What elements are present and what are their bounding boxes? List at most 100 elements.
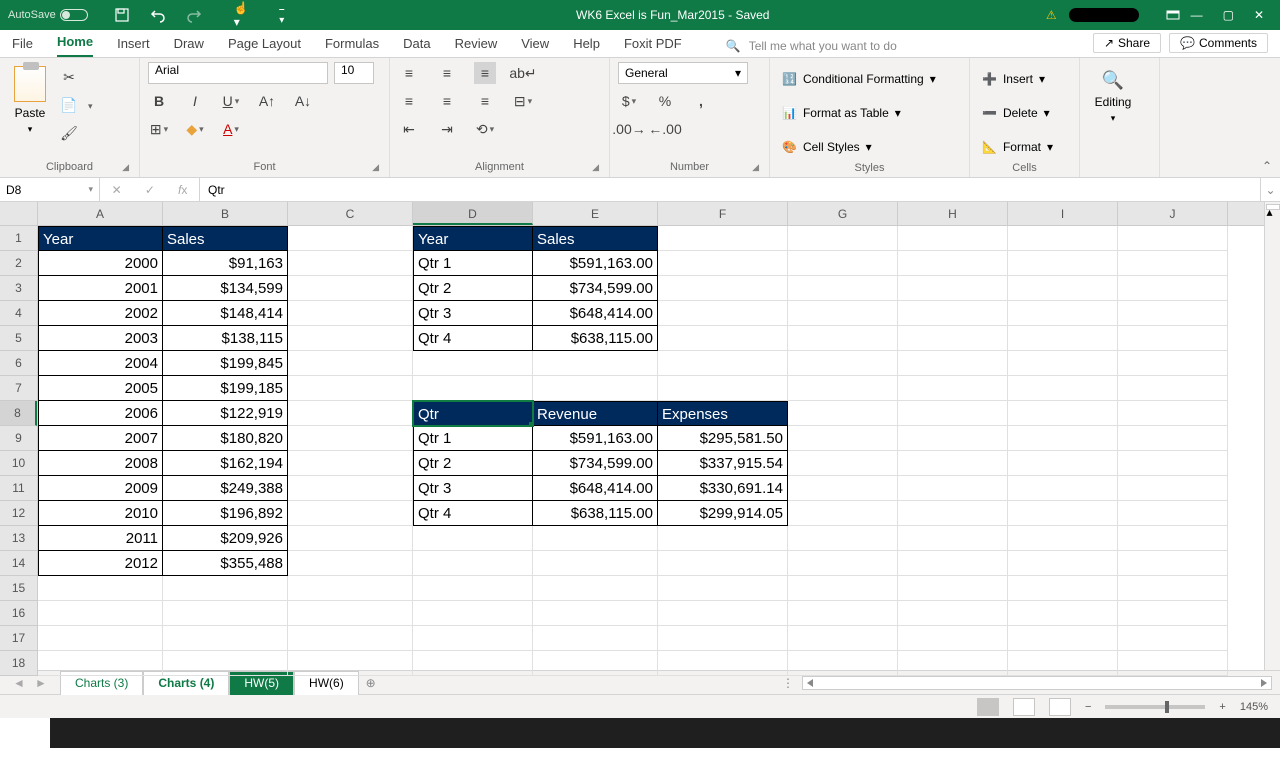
cell[interactable] bbox=[658, 376, 788, 401]
cell[interactable] bbox=[1118, 276, 1228, 301]
cell[interactable] bbox=[533, 376, 658, 401]
decrease-decimal-icon[interactable]: ←.00 bbox=[654, 118, 676, 140]
cell[interactable] bbox=[788, 351, 898, 376]
cell[interactable]: 2006 bbox=[38, 401, 163, 426]
cell[interactable]: Qtr 2 bbox=[413, 451, 533, 476]
cell[interactable] bbox=[413, 626, 533, 651]
cell[interactable] bbox=[788, 301, 898, 326]
shrink-font-icon[interactable]: A↓ bbox=[292, 90, 314, 112]
cell[interactable] bbox=[288, 251, 413, 276]
underline-icon[interactable]: U bbox=[220, 90, 242, 112]
cell[interactable] bbox=[788, 401, 898, 426]
comma-icon[interactable]: , bbox=[690, 90, 712, 112]
cell[interactable]: 2008 bbox=[38, 451, 163, 476]
cell[interactable] bbox=[533, 576, 658, 601]
cell[interactable]: Qtr 3 bbox=[413, 301, 533, 326]
cell[interactable] bbox=[288, 376, 413, 401]
cell[interactable] bbox=[1008, 376, 1118, 401]
row-header-15[interactable]: 15 bbox=[0, 576, 37, 601]
tab-insert[interactable]: Insert bbox=[117, 32, 150, 57]
cell[interactable]: $209,926 bbox=[163, 526, 288, 551]
cell[interactable] bbox=[413, 351, 533, 376]
qat-customize-icon[interactable]: ⎯▾ bbox=[270, 3, 294, 27]
page-break-view-button[interactable] bbox=[1049, 698, 1071, 716]
cell[interactable] bbox=[533, 626, 658, 651]
cell[interactable] bbox=[658, 301, 788, 326]
cell[interactable] bbox=[288, 526, 413, 551]
col-header-H[interactable]: H bbox=[898, 202, 1008, 225]
normal-view-button[interactable] bbox=[977, 698, 999, 716]
cell[interactable] bbox=[658, 626, 788, 651]
row-header-14[interactable]: 14 bbox=[0, 551, 37, 576]
cell[interactable] bbox=[1008, 551, 1118, 576]
touch-mode-icon[interactable]: ☝ ▾ bbox=[234, 3, 258, 27]
row-headers[interactable]: 123456789101112131415161718 bbox=[0, 226, 38, 676]
cell[interactable]: 2011 bbox=[38, 526, 163, 551]
tab-view[interactable]: View bbox=[521, 32, 549, 57]
tab-file[interactable]: File bbox=[12, 32, 33, 57]
cell[interactable] bbox=[898, 226, 1008, 251]
cell[interactable]: 2005 bbox=[38, 376, 163, 401]
cell[interactable] bbox=[1118, 401, 1228, 426]
cell[interactable]: $249,388 bbox=[163, 476, 288, 501]
cell[interactable] bbox=[1008, 276, 1118, 301]
cell[interactable] bbox=[898, 251, 1008, 276]
cell[interactable] bbox=[38, 576, 163, 601]
cell[interactable] bbox=[533, 551, 658, 576]
cell[interactable] bbox=[163, 601, 288, 626]
cell[interactable]: $162,194 bbox=[163, 451, 288, 476]
paste-button[interactable]: Paste ▾ bbox=[8, 62, 52, 135]
cell[interactable]: $734,599.00 bbox=[533, 276, 658, 301]
cell[interactable] bbox=[658, 326, 788, 351]
cell[interactable] bbox=[1008, 476, 1118, 501]
cell[interactable]: $199,845 bbox=[163, 351, 288, 376]
cell[interactable] bbox=[1118, 526, 1228, 551]
undo-icon[interactable] bbox=[146, 3, 170, 27]
borders-icon[interactable]: ⊞ bbox=[148, 118, 170, 140]
cell[interactable] bbox=[533, 351, 658, 376]
row-header-12[interactable]: 12 bbox=[0, 501, 37, 526]
vertical-scrollbar[interactable]: ▴ bbox=[1264, 202, 1280, 670]
cell[interactable] bbox=[288, 626, 413, 651]
enter-formula-icon[interactable]: ✓ bbox=[145, 183, 155, 197]
bold-icon[interactable]: B bbox=[148, 90, 170, 112]
align-bottom-icon[interactable]: ≡ bbox=[474, 62, 496, 84]
cell[interactable] bbox=[1008, 226, 1118, 251]
tab-review[interactable]: Review bbox=[455, 32, 498, 57]
cell[interactable] bbox=[898, 476, 1008, 501]
cell[interactable] bbox=[658, 226, 788, 251]
launcher-icon[interactable]: ◢ bbox=[592, 162, 599, 173]
row-header-16[interactable]: 16 bbox=[0, 601, 37, 626]
cell[interactable] bbox=[288, 401, 413, 426]
row-header-2[interactable]: 2 bbox=[0, 251, 37, 276]
cell[interactable] bbox=[1118, 226, 1228, 251]
cell[interactable] bbox=[898, 626, 1008, 651]
find-select-button[interactable]: 🔍 Editing ▾ bbox=[1088, 62, 1138, 124]
cell[interactable] bbox=[533, 526, 658, 551]
cell[interactable] bbox=[1008, 626, 1118, 651]
cell[interactable] bbox=[898, 501, 1008, 526]
row-header-11[interactable]: 11 bbox=[0, 476, 37, 501]
cell[interactable]: 2003 bbox=[38, 326, 163, 351]
collapse-ribbon-icon[interactable]: ⌃ bbox=[1254, 155, 1280, 177]
launcher-icon[interactable]: ◢ bbox=[372, 162, 379, 173]
cell[interactable] bbox=[1118, 551, 1228, 576]
align-middle-icon[interactable]: ≡ bbox=[436, 62, 458, 84]
format-cells-button[interactable]: 📐Format▾ bbox=[978, 134, 1057, 160]
row-header-9[interactable]: 9 bbox=[0, 426, 37, 451]
autosave-toggle[interactable]: AutoSave bbox=[8, 9, 88, 21]
cell[interactable] bbox=[1118, 426, 1228, 451]
cell[interactable] bbox=[288, 276, 413, 301]
increase-decimal-icon[interactable]: .00→ bbox=[618, 118, 640, 140]
cell[interactable] bbox=[788, 601, 898, 626]
cell[interactable]: $648,414.00 bbox=[533, 301, 658, 326]
cell[interactable] bbox=[898, 576, 1008, 601]
align-right-icon[interactable]: ≡ bbox=[474, 90, 496, 112]
cell[interactable] bbox=[1118, 601, 1228, 626]
comments-button[interactable]: 💬Comments bbox=[1169, 33, 1268, 53]
cell[interactable]: 2001 bbox=[38, 276, 163, 301]
cell[interactable] bbox=[288, 426, 413, 451]
cell[interactable]: Qtr 1 bbox=[413, 426, 533, 451]
row-header-1[interactable]: 1 bbox=[0, 226, 37, 251]
cell[interactable] bbox=[1008, 251, 1118, 276]
